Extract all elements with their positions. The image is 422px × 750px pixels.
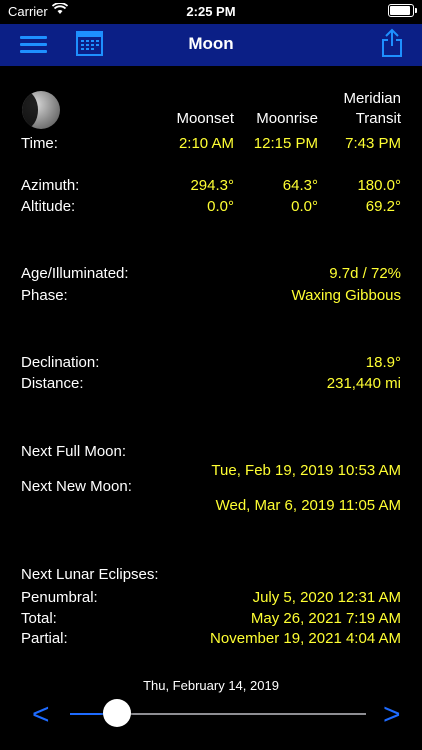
azimuth-label: Azimuth: [21, 177, 80, 194]
header-transit: Transit [355, 110, 401, 127]
penumbral-value: July 5, 2020 12:31 AM [252, 589, 401, 606]
transit-azimuth: 180.0° [357, 177, 401, 194]
navigation-bar: Moon [0, 24, 422, 66]
battery-icon [388, 4, 417, 17]
phase-label: Phase: [21, 287, 68, 304]
declination-value: 18.9° [365, 354, 401, 371]
partial-label: Partial: [21, 630, 68, 647]
phase-value: Waxing Gibbous [291, 287, 402, 304]
altitude-label: Altitude: [21, 198, 76, 215]
partial-value: November 19, 2021 4:04 AM [210, 630, 401, 647]
next-day-button[interactable]: > [383, 698, 401, 732]
distance-value: 231,440 mi [326, 375, 401, 392]
next-full-moon-value: Tue, Feb 19, 2019 10:53 AM [211, 462, 401, 479]
time-label: Time: [21, 135, 58, 152]
status-bar: Carrier 2:25 PM [0, 0, 422, 24]
moonset-time: 2:10 AM [178, 135, 234, 152]
status-time: 2:25 PM [186, 4, 236, 19]
total-label: Total: [21, 610, 57, 627]
distance-label: Distance: [21, 375, 84, 392]
header-moonrise: Moonrise [256, 110, 318, 127]
transit-time: 7:43 PM [345, 135, 401, 152]
previous-day-button[interactable]: < [32, 698, 50, 732]
age-label: Age/Illuminated: [21, 265, 129, 282]
moonrise-azimuth: 64.3° [282, 177, 318, 194]
lunar-eclipses-label: Next Lunar Eclipses: [21, 566, 159, 583]
share-icon[interactable] [380, 28, 404, 58]
next-new-moon-value: Wed, Mar 6, 2019 11:05 AM [215, 497, 401, 514]
age-value: 9.7d / 72% [329, 265, 401, 282]
page-title: Moon [188, 34, 234, 53]
next-new-moon-label: Next New Moon: [21, 478, 132, 495]
transit-altitude: 69.2° [365, 198, 401, 215]
moonrise-time: 12:15 PM [253, 135, 318, 152]
next-full-moon-label: Next Full Moon: [21, 443, 127, 460]
total-value: May 26, 2021 7:19 AM [250, 610, 401, 627]
penumbral-label: Penumbral: [21, 589, 98, 606]
moonset-azimuth: 294.3° [190, 177, 234, 194]
moon-phase-icon [22, 91, 60, 129]
moonrise-altitude: 0.0° [291, 198, 318, 215]
declination-label: Declination: [21, 354, 100, 371]
moonset-altitude: 0.0° [207, 198, 234, 215]
header-meridian: Meridian [343, 90, 401, 107]
selected-date: Thu, February 14, 2019 [143, 678, 279, 693]
date-slider-thumb[interactable] [103, 699, 132, 727]
header-moonset: Moonset [176, 110, 234, 127]
